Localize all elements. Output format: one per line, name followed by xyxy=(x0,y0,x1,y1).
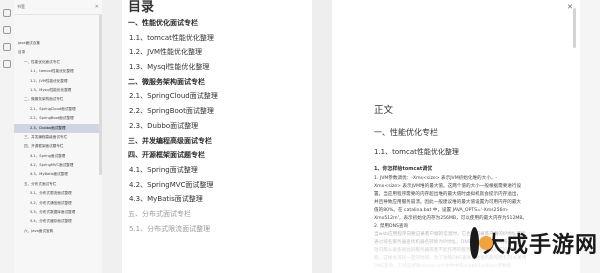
sidebar-item[interactable]: 5.4、分布式缓存面试整理 xyxy=(14,217,102,226)
body-line: 并且导致应用服务崩溃。因此一般建议堆的最大值设置为可用内存的最大 xyxy=(374,200,522,205)
bookmark-icon[interactable] xyxy=(3,9,11,17)
chapter-heading: 一、性能优化专栏 xyxy=(374,128,438,137)
toc-page: 目录 一、性能优化面试专栏 1.1、tomcat性能优化整理 1.2、JVM性能优化… xyxy=(122,0,312,273)
close-icon[interactable]: ✕ xyxy=(95,4,99,10)
watermark: 大成手游网 xyxy=(470,215,598,271)
attachment-icon[interactable] xyxy=(3,60,11,68)
bookmark-sidebar: 书签 ✕ Java面试合集 目录 一、性能优化面试专栏 1.1、tomcat性能优化整… xyxy=(14,0,103,273)
sidebar-item[interactable]: 5.1、分布式限流面试整理 xyxy=(14,189,102,198)
sidebar-item[interactable]: 五、分布式面试专栏 xyxy=(14,180,102,189)
sidebar-item[interactable]: 2.1、SpringCloud面试整理 xyxy=(14,105,102,114)
section-title-zhengwen: 正文 xyxy=(374,105,394,116)
toc-item[interactable]: 三、并发编程高级面试专栏 xyxy=(128,134,312,149)
toc-item[interactable]: 5.1、分布式限流面试整理 xyxy=(128,222,312,237)
section-heading: 1.1、tomcat性能优化整理 xyxy=(374,148,459,156)
toc-item[interactable]: 2.3、Dubbo面试整理 xyxy=(128,119,312,134)
body-line: 置。当应用程序需要的内存超出堆的最大值时虚拟机就会提示内存溢出， xyxy=(374,192,522,197)
sidebar-item[interactable]: 4.2、SpringMVC面试整理 xyxy=(14,161,102,170)
sidebar-item[interactable]: 2.3、Dubbo面试整理 xyxy=(14,123,102,133)
sidebar-item[interactable]: 5.2、分布式通信面试整理 xyxy=(14,199,102,208)
sidebar-item[interactable]: 1.2、JVM性能优化整理 xyxy=(14,77,102,86)
sidebar-item[interactable]: 4.3、MyBatis面试整理 xyxy=(14,170,102,179)
toc-item[interactable]: 一、性能优化面试专栏 xyxy=(128,16,312,31)
question-heading: 1、你怎样给tomcat调优 xyxy=(374,166,433,172)
sidebar-item[interactable]: 二、微服务架构面试专栏 xyxy=(14,95,102,104)
body-line: 1. JVM参数调优：-Xms<size> 表示JVM初始化堆的大小，- xyxy=(374,176,498,181)
app-tool-rail xyxy=(0,0,15,273)
sidebar-item[interactable]: 1.1、tomcat性能优化整理 xyxy=(14,67,102,76)
sidebar-item[interactable]: 三、并发编程高级面试专栏 xyxy=(14,133,102,142)
sidebar-item[interactable]: 六、Java面试宝典 xyxy=(14,227,102,236)
toc-item[interactable]: 二、微服务架构面试专栏 xyxy=(128,75,312,90)
toc-item[interactable]: 五、分布式面试专栏 xyxy=(128,207,312,222)
sidebar-item[interactable]: 一、性能优化面试专栏 xyxy=(14,58,102,67)
sidebar-item[interactable]: 四、开源框架面试题专栏 xyxy=(14,142,102,151)
sidebar-item[interactable]: Java面试合集 xyxy=(14,39,102,48)
document-scrollbar[interactable] xyxy=(573,8,576,48)
thumbnail-icon[interactable] xyxy=(3,26,11,34)
toc-item[interactable]: 四、开源框架面试题专栏 xyxy=(128,148,312,163)
sidebar-item[interactable]: 2.2、SpringBoot面试整理 xyxy=(14,114,102,123)
toc-item[interactable]: 2.2、SpringBoot面试整理 xyxy=(128,104,312,119)
sidebar-item[interactable]: 1.3、Mysql性能优化整理 xyxy=(14,86,102,95)
comment-icon[interactable] xyxy=(3,43,11,51)
body-line: Xmx<size> 表示JVM堆的最大值。这两个值的大小一般根据需要进行设 xyxy=(374,184,522,189)
sidebar-title: 书签 xyxy=(17,4,25,9)
toc-item[interactable]: 4.2、SpringMVC面试整理 xyxy=(128,178,312,193)
toc-item[interactable]: 1.1、tomcat性能优化整理 xyxy=(128,31,312,46)
toc-item[interactable]: 4.1、Spring面试整理 xyxy=(128,163,312,178)
sidebar-item[interactable]: 4.1、Spring面试整理 xyxy=(14,152,102,161)
sidebar-item[interactable]: 5.3、分布式数据库面试整理 xyxy=(14,208,102,217)
body-line: 值的80%。在 catalina.bat 中，设置 JAVA_OPTS='-Xm… xyxy=(374,208,509,213)
sidebar-item[interactable]: 目录 xyxy=(14,48,102,57)
page-divider xyxy=(312,0,332,273)
toc-item[interactable]: 1.2、JVM性能优化整理 xyxy=(128,45,312,60)
toc-item[interactable]: 4.3、MyBatis面试整理 xyxy=(128,192,312,207)
watermark-logo-icon xyxy=(470,227,493,259)
toc-item[interactable]: 1.3、Mysql性能优化整理 xyxy=(128,60,312,75)
toc-item[interactable]: 2.1、SpringCloud面试整理 xyxy=(128,89,312,104)
toc-heading: 目录 xyxy=(128,0,155,14)
toc-list: 一、性能优化面试专栏 1.1、tomcat性能优化整理 1.2、JVM性能优化整理 1… xyxy=(122,16,312,236)
bookmark-tree: Java面试合集 目录 一、性能优化面试专栏 1.1、tomcat性能优化整理 1.2、… xyxy=(14,15,102,236)
watermark-text: 大成手游网 xyxy=(482,233,598,258)
sidebar-header: 书签 ✕ xyxy=(14,0,102,15)
page-gutter xyxy=(102,0,122,273)
